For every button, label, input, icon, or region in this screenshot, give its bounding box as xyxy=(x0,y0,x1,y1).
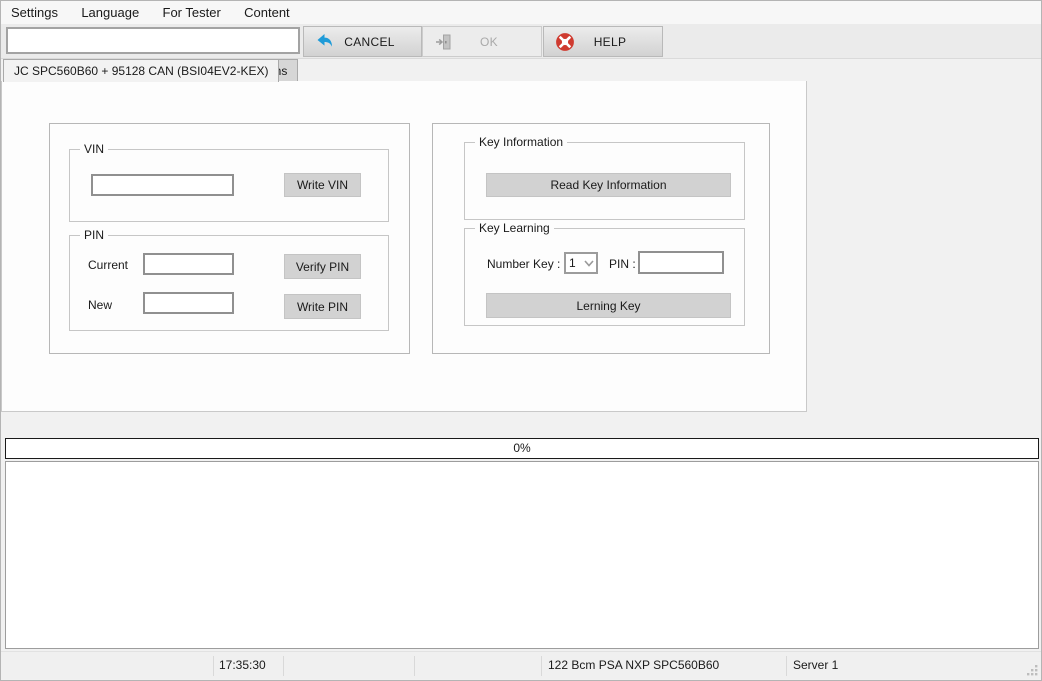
status-device: 122 Bcm PSA NXP SPC560B60 xyxy=(548,652,719,679)
status-separator xyxy=(414,656,415,676)
status-separator xyxy=(213,656,214,676)
menu-content[interactable]: Content xyxy=(234,1,300,24)
key-learning-fieldset: Key Learning Number Key : 1 PIN : Lernin… xyxy=(464,228,745,326)
menu-settings[interactable]: Settings xyxy=(1,1,68,24)
key-learning-legend: Key Learning xyxy=(475,221,554,235)
status-bar: 17:35:30 122 Bcm PSA NXP SPC560B60 Serve… xyxy=(1,651,1041,679)
menu-bar: Settings Language For Tester Content xyxy=(1,1,1041,24)
number-key-label: Number Key : xyxy=(487,257,560,271)
exit-door-icon xyxy=(434,32,454,52)
status-separator xyxy=(786,656,787,676)
progress-bar: 0% xyxy=(5,438,1039,459)
lifebuoy-icon xyxy=(555,32,575,52)
pin-legend: PIN xyxy=(80,228,108,242)
undo-arrow-icon xyxy=(315,32,335,52)
key-information-legend: Key Information xyxy=(475,135,567,149)
key-learning-pin-input[interactable] xyxy=(638,251,724,274)
progress-label: 0% xyxy=(6,439,1038,458)
help-button[interactable]: HELP xyxy=(543,26,663,57)
verify-pin-button[interactable]: Verify PIN xyxy=(284,254,361,279)
new-pin-label: New xyxy=(88,298,112,312)
write-pin-button[interactable]: Write PIN xyxy=(284,294,361,319)
log-output-area xyxy=(5,461,1039,649)
key-learning-pin-label: PIN : xyxy=(609,257,636,271)
status-time: 17:35:30 xyxy=(219,652,266,679)
chevron-down-icon xyxy=(583,257,595,269)
vin-legend: VIN xyxy=(80,142,108,156)
current-pin-label: Current xyxy=(88,258,128,272)
status-separator xyxy=(541,656,542,676)
toolbar: CANCEL OK HELP xyxy=(1,24,1041,58)
cancel-button[interactable]: CANCEL xyxy=(303,26,422,57)
app-window: Settings Language For Tester Content CAN… xyxy=(0,0,1042,681)
new-pin-input[interactable] xyxy=(143,292,234,314)
menu-for-tester[interactable]: For Tester xyxy=(153,1,231,24)
read-key-information-button[interactable]: Read Key Information xyxy=(486,173,731,197)
menu-language[interactable]: Language xyxy=(71,1,149,24)
resize-grip-icon[interactable] xyxy=(1026,664,1038,676)
vin-fieldset: VIN Write VIN xyxy=(69,149,389,222)
status-separator xyxy=(283,656,284,676)
pin-fieldset: PIN Current Verify PIN New Write PIN xyxy=(69,235,389,331)
command-input[interactable] xyxy=(6,27,300,54)
learning-key-button[interactable]: Lerning Key xyxy=(486,293,731,318)
ok-button[interactable]: OK xyxy=(422,26,542,57)
main-panel: VIN Write VIN PIN Current Verify PIN New… xyxy=(1,81,807,412)
number-key-selected-value: 1 xyxy=(566,256,583,270)
write-vin-button[interactable]: Write VIN xyxy=(284,173,361,197)
tab-device[interactable]: JC SPC560B60 + 95128 CAN (BSI04EV2-KEX) xyxy=(3,59,279,82)
vin-input[interactable] xyxy=(91,174,234,196)
key-information-fieldset: Key Information Read Key Information xyxy=(464,142,745,220)
current-pin-input[interactable] xyxy=(143,253,234,275)
number-key-select[interactable]: 1 xyxy=(564,252,598,274)
status-server: Server 1 xyxy=(793,652,838,679)
tab-bar: JC SPC560B60 + 95128 CAN (BSI04EV2-KEX) … xyxy=(1,58,1041,81)
